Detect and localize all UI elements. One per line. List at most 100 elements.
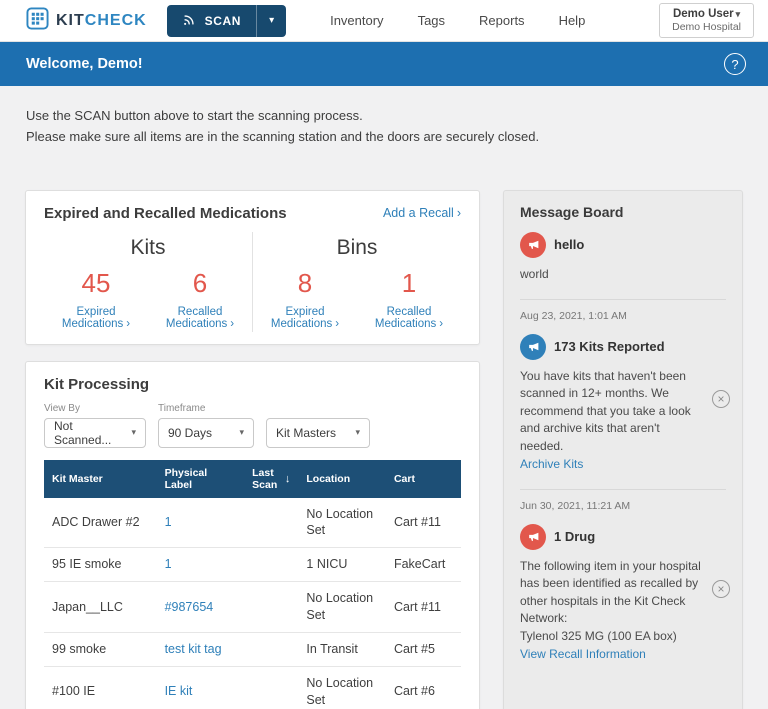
message-body: world [520, 266, 549, 281]
left-column: Expired and Recalled Medications Add a R… [25, 189, 480, 709]
divider [520, 488, 726, 490]
col-location[interactable]: Location [298, 459, 386, 498]
nav-inventory[interactable]: Inventory [330, 13, 383, 28]
col-physical-label[interactable]: Physical Label [156, 459, 245, 498]
cell-kit-master: Japan__LLC [44, 581, 157, 633]
cell-cart: FakeCart [385, 547, 461, 583]
bins-group-title: Bins [336, 235, 378, 259]
physical-label-link[interactable]: 1 [165, 557, 172, 571]
archive-kits-link[interactable]: Archive Kits [520, 457, 583, 471]
add-recall-label: Add a Recall [382, 206, 454, 221]
user-hospital: Demo Hospital [672, 21, 741, 33]
kit-masters-label [266, 403, 370, 415]
user-menu[interactable]: Demo User ▾ Demo Hospital [659, 3, 754, 38]
message-body: You have kits that haven't been scanned … [520, 368, 691, 453]
nav-help[interactable]: Help [559, 13, 586, 28]
kit-table: Kit Master Physical Label Last Scan ↓ Loc… [44, 459, 461, 709]
kits-expired-count: 45 [81, 267, 111, 298]
recalled-item-name: Tylenol 325 MG (100 EA box) [520, 628, 677, 643]
col-kit-master[interactable]: Kit Master [44, 459, 157, 498]
message-board-title: Message Board [520, 203, 624, 220]
sort-desc-icon: ↓ [284, 472, 291, 485]
kits-expired-link-label: Expired Medications [61, 305, 124, 330]
expired-recalled-card: Expired and Recalled Medications Add a R… [25, 189, 480, 345]
bins-recalled-link[interactable]: Recalled Medications › [357, 306, 461, 330]
message-title: 173 Kits Reported [554, 339, 665, 355]
top-bar: KITCHECK SCAN ▾ Inventory Tags Reports H… [0, 0, 768, 42]
scan-button-label: SCAN [204, 13, 242, 28]
nav-tags[interactable]: Tags [418, 13, 445, 28]
cell-location: 1 NICU [298, 547, 386, 583]
scan-button[interactable]: SCAN [166, 4, 257, 37]
cell-cart: Cart #11 [385, 497, 461, 549]
cell-cart: Cart #11 [385, 581, 461, 633]
brand-kit: KIT [56, 11, 85, 29]
cell-location: No Location Set [298, 666, 386, 709]
chevron-right-icon: › [230, 317, 235, 330]
kits-expired-link[interactable]: Expired Medications › [44, 306, 148, 330]
view-by-select[interactable]: Not Scanned... ▾ [44, 417, 146, 448]
help-icon[interactable]: ? [724, 53, 746, 75]
timeframe-filter: Timeframe 90 Days ▾ [158, 403, 254, 448]
main-content: Expired and Recalled Medications Add a R… [0, 189, 768, 709]
question-mark: ? [731, 56, 739, 72]
physical-label-link[interactable]: test kit tag [165, 642, 222, 656]
kits-recalled-link-label: Recalled Medications [165, 305, 228, 330]
col-last-scan[interactable]: Last Scan ↓ [244, 459, 299, 498]
add-recall-link[interactable]: Add a Recall › [383, 206, 461, 220]
bins-expired-link[interactable]: Expired Medications › [253, 306, 357, 330]
stat-groups: Kits 45 Expired Medications › 6 Recalled … [44, 231, 461, 332]
kits-recalled-link[interactable]: Recalled Medications › [148, 306, 252, 330]
bins-expired-stat: 8 Expired Medications › [253, 268, 357, 332]
close-icon[interactable]: × [712, 390, 730, 409]
scan-instructions: Use the SCAN button above to start the s… [0, 86, 768, 148]
cell-last-scan [244, 632, 299, 667]
bins-recalled-stat: 1 Recalled Medications › [357, 268, 461, 332]
brand-check: CHECK [84, 11, 147, 29]
message-body: The following item in your hospital has … [520, 558, 701, 626]
timeframe-select[interactable]: 90 Days ▾ [158, 417, 254, 448]
chevron-right-icon: › [126, 317, 131, 330]
view-recall-link[interactable]: View Recall Information [520, 647, 646, 661]
page: KITCHECK SCAN ▾ Inventory Tags Reports H… [0, 0, 768, 709]
kit-filters: View By Not Scanned... ▾ Timeframe 90 Da… [44, 403, 461, 448]
view-by-filter: View By Not Scanned... ▾ [44, 403, 146, 448]
physical-label-link[interactable]: #987654 [165, 600, 214, 614]
megaphone-icon [520, 231, 546, 258]
timeframe-label: Timeframe [158, 402, 206, 414]
table-row: 95 IE smoke 1 1 NICU FakeCart [44, 547, 461, 583]
cell-cart: Cart #6 [385, 666, 461, 709]
physical-label-link[interactable]: IE kit [165, 684, 193, 698]
kit-processing-title: Kit Processing [44, 375, 150, 393]
table-row: Japan__LLC #987654 No Location Set Cart … [44, 581, 461, 633]
welcome-text: Welcome, Demo! [26, 56, 143, 72]
cell-cart: Cart #5 [385, 632, 461, 667]
chevron-right-icon: › [456, 206, 461, 221]
col-cart[interactable]: Cart [385, 459, 461, 498]
cell-kit-master: ADC Drawer #2 [44, 497, 157, 549]
kit-masters-filter: Kit Masters ▾ [266, 403, 370, 448]
chevron-down-icon: ▾ [355, 427, 360, 438]
close-icon[interactable]: × [712, 580, 730, 599]
megaphone-icon [520, 523, 546, 550]
scan-dropdown-button[interactable]: ▾ [256, 4, 287, 37]
chevron-right-icon: › [335, 317, 340, 330]
kitcheck-logo[interactable]: KITCHECK [26, 6, 147, 35]
nav-reports[interactable]: Reports [479, 13, 525, 28]
kits-recalled-count: 6 [192, 267, 208, 298]
kit-masters-select[interactable]: Kit Masters ▾ [266, 417, 370, 448]
kit-processing-card: Kit Processing View By Not Scanned... ▾ … [25, 360, 480, 709]
kits-group: Kits 45 Expired Medications › 6 Recalled … [44, 232, 252, 332]
physical-label-link[interactable]: 1 [165, 515, 172, 529]
brand-text: KITCHECK [56, 12, 147, 30]
table-row: #100 IE IE kit No Location Set Cart #6 [44, 666, 461, 709]
kits-expired-stat: 45 Expired Medications › [44, 268, 148, 332]
top-nav: Inventory Tags Reports Help [330, 13, 585, 28]
instruction-line-2: Please make sure all items are in the sc… [26, 128, 540, 144]
message-item: 1 Drug The following item in your hospit… [520, 512, 730, 667]
timeframe-value: 90 Days [168, 425, 213, 440]
bins-expired-count: 8 [297, 267, 313, 298]
instruction-line-1: Use the SCAN button above to start the s… [26, 108, 363, 123]
kitcheck-logo-icon [26, 6, 49, 35]
table-row: ADC Drawer #2 1 No Location Set Cart #11 [44, 497, 461, 549]
